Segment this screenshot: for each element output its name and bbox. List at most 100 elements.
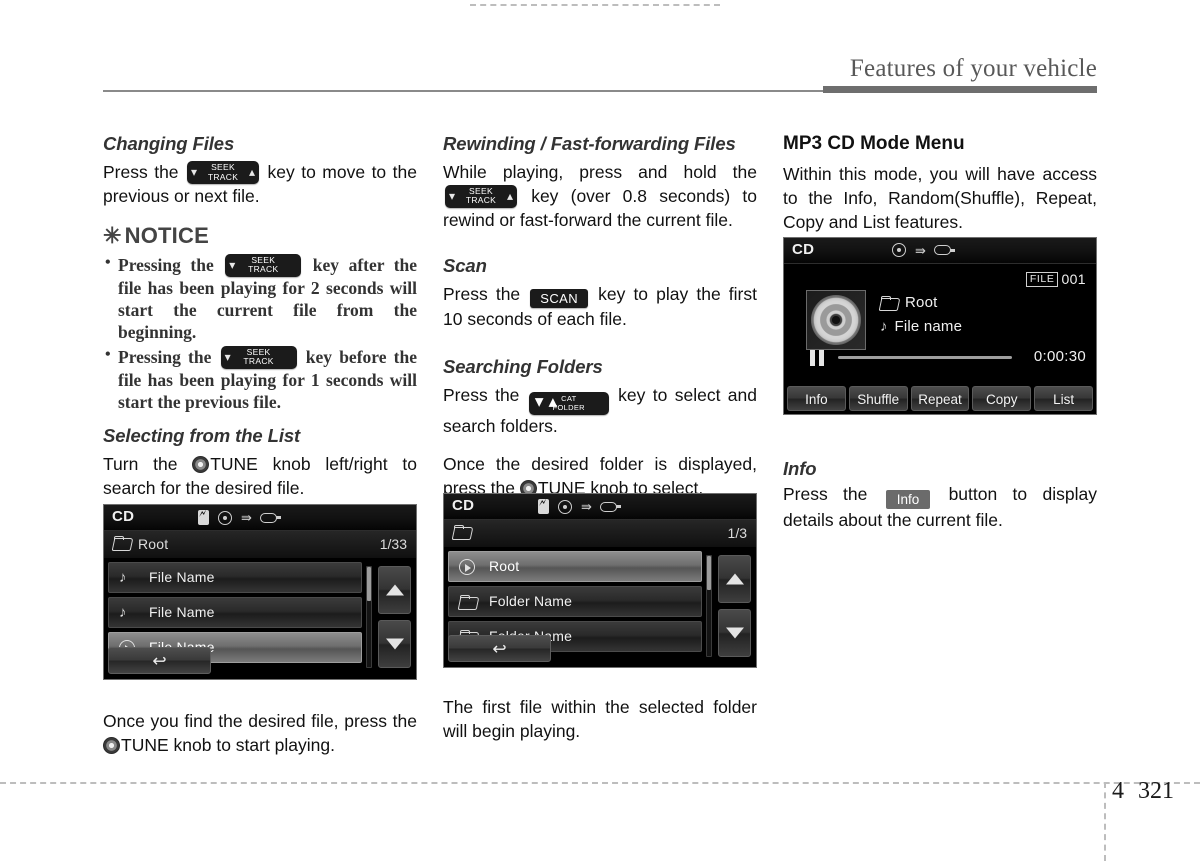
scan-key-icon: SCAN [530,288,588,308]
screen-folder-bar: Root 1/33 [104,531,416,559]
column-right: MP3 CD Mode Menu Within this mode, you w… [783,133,1097,530]
status-icon-group: ⇛ [892,243,955,257]
notice-2-before: Pressing the [118,346,212,367]
usb-icon: ⇛ [241,510,252,525]
back-button[interactable]: ↩ [108,647,211,674]
triangle-down-icon [385,638,404,650]
seek-track-key-icon: ▾ SEEK TRACK [225,253,302,277]
scroll-up-button[interactable] [378,566,411,614]
notice-heading: ✳ NOTICE [103,223,417,249]
bluetooth-icon [198,508,209,525]
head-unit-screen-folder-list[interactable]: CD ⇛ 1/3 Root Fo [443,493,757,668]
copy-button[interactable]: Copy [972,386,1032,411]
status-icon-group: ⇛ [198,508,281,525]
text-press-the: Press the [443,384,520,405]
notice-list: Pressing the ▾ SEEK TRACK key after the … [103,253,417,413]
text-turn-the: Turn the [103,454,178,475]
playback-body: FILE 001 Root ♪ File name 0:00:30 [784,264,1096,376]
scrollbar[interactable] [366,566,372,668]
repeat-button[interactable]: Repeat [910,386,970,411]
heading-info: Info [783,458,817,479]
column-left: Changing Files Press the ▾ SEEK TRACK ▴ … [103,133,417,755]
screen-folder-bar: 1/3 [444,520,756,548]
scroll-down-button[interactable] [378,620,411,668]
header-rule-dark [823,86,1097,93]
crop-mark-bottom [0,782,1200,784]
heading-rewinding: Rewinding / Fast-forwarding Files [443,133,736,154]
chapter-number: 4 [1112,778,1124,804]
key-line-top: SEEK [469,185,493,196]
scrollbar[interactable] [706,555,712,657]
shuffle-button[interactable]: Shuffle [848,386,908,411]
paragraph-mp3-mode: Within this mode, you will have access t… [783,164,1097,232]
page-header-title: Features of your vehicle [849,55,1097,82]
chevron-up-icon: ▴ [506,188,513,203]
folder-icon [113,536,131,549]
list-item-label: File Name [149,604,215,620]
notice-1-before: Pressing the [118,254,214,275]
key-line-bottom: TRACK [207,171,239,182]
key-line-bottom: TRACK [465,195,497,206]
screen-page-indicator: 1/3 [727,525,747,541]
file-number-badge: FILE 001 [1025,271,1086,287]
crop-mark-vertical [1104,782,1106,861]
head-unit-screen-file-list[interactable]: CD ⇛ Root 1/33 ♪ File Name ♪ [103,504,417,680]
seek-track-key-icon: ▾ SEEK TRACK [220,345,297,369]
paragraph-first-file-playing: The first file within the selected folde… [443,697,757,741]
list-item[interactable]: ♪ File Name [108,597,362,628]
bluetooth-icon [538,497,549,514]
disc-icon [558,499,572,514]
back-button[interactable]: ↩ [448,635,551,662]
notice-title-text: NOTICE [124,222,209,248]
list-item-label: Folder Name [489,593,573,609]
screen-source-label: CD [112,508,135,525]
list-button[interactable]: List [1034,386,1093,411]
info-button-icon: Info [885,490,931,509]
metadata-file-line: ♪ File name [880,318,962,335]
scrollbar-thumb[interactable] [367,567,371,601]
cat-folder-key-icon: ▾ CAT FOLDER ▴ [528,391,609,415]
triangle-up-icon [725,573,744,585]
screen-status-bar: CD ⇛ [104,505,416,531]
usb-icon: ⇛ [581,499,592,514]
head-unit-screen-playback[interactable]: CD ⇛ FILE 001 Root ♪ File name 0:00:30 I… [783,237,1097,415]
paragraph-info: Press the Info button to display details… [783,483,1097,533]
header-rule-thin [103,90,823,92]
screen-status-bar: CD ⇛ [444,494,756,520]
info-button[interactable]: Info [787,386,846,411]
screen-source-label: CD [792,241,815,258]
page-footer: 4 321 [1112,778,1174,805]
pause-icon [810,350,824,366]
scroll-down-button[interactable] [718,609,751,657]
metadata-folder-line: Root [880,294,962,311]
list-item[interactable]: ♪ File Name [108,562,362,593]
progress-bar[interactable] [838,356,1012,359]
paragraph-selecting-from-list: Turn the TUNE knob left/right to search … [103,453,417,501]
screen-status-bar: CD ⇛ [784,238,1096,264]
file-number: 001 [1061,271,1086,287]
back-arrow-icon: ↩ [492,639,507,658]
text-press-the: Press the [783,484,868,504]
scrollbar-thumb[interactable] [707,556,711,590]
paragraph-once-you-find: Once you find the desired file, press th… [103,710,417,758]
key-line-top: CAT [561,393,577,403]
list-item-selected[interactable]: Root [448,551,702,582]
aux-icon [933,245,955,255]
status-icon-group: ⇛ [538,497,621,514]
aux-icon [259,512,281,523]
heading-mp3-cd-mode-menu: MP3 CD Mode Menu [783,133,965,154]
screen-source-label: CD [452,497,475,514]
chevron-up-icon: ▴ [249,165,256,179]
scroll-up-button[interactable] [718,555,751,603]
heading-selecting-from-list: Selecting from the List [103,425,301,447]
play-circle-icon [459,559,475,575]
key-line-bottom: FOLDER [552,403,585,413]
list-item[interactable]: Folder Name [448,586,702,617]
manual-page: Features of your vehicle Changing Files … [0,0,1200,861]
screen-page-indicator: 1/33 [379,536,407,552]
list-item-label: Root [489,558,520,574]
elapsed-time: 0:00:30 [1033,348,1086,365]
aux-icon [599,501,621,512]
tune-knob-label: TUNE [210,454,258,475]
paragraph-changing-files: Press the ▾ SEEK TRACK ▴ key to move to … [103,161,417,209]
